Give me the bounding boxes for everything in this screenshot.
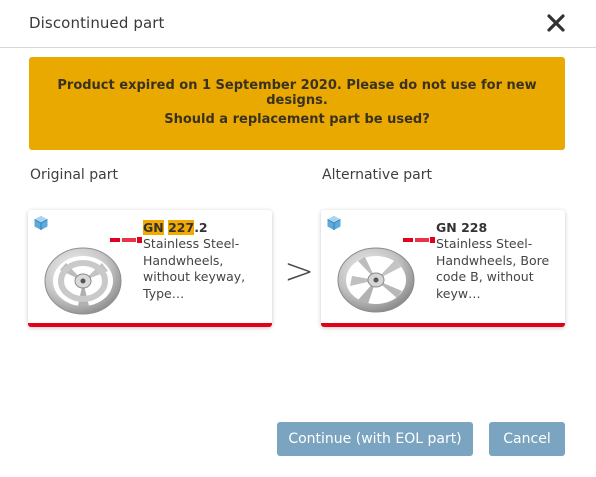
original-part-label: Original part bbox=[30, 167, 118, 183]
expiry-warning-banner: Product expired on 1 September 2020. Ple… bbox=[29, 57, 565, 150]
cube-icon bbox=[326, 215, 342, 231]
alternative-part-description: Stainless Steel-Handwheels, Bore code B,… bbox=[436, 236, 550, 301]
alternative-part-info: GN 228 Stainless Steel-Handwheels, Bore … bbox=[436, 220, 560, 302]
dialog-title: Discontinued part bbox=[29, 14, 165, 32]
dialog-header: Discontinued part bbox=[0, 0, 596, 48]
original-part-info: GN 227.2 Stainless Steel-Handwheels, wit… bbox=[143, 220, 267, 302]
handwheel-image bbox=[42, 236, 124, 318]
ganter-logo bbox=[110, 228, 142, 243]
discontinued-part-dialog: Discontinued part Product expired on 1 S… bbox=[0, 0, 596, 477]
alternative-part-title: GN 228 bbox=[436, 220, 488, 235]
handwheel-image bbox=[335, 236, 417, 318]
original-part-description: Stainless Steel-Handwheels, without keyw… bbox=[143, 236, 246, 301]
continue-with-eol-part-button[interactable]: Continue (with EOL part) bbox=[277, 422, 473, 456]
cancel-button[interactable]: Cancel bbox=[489, 422, 565, 456]
alternative-part-card[interactable]: GN 228 Stainless Steel-Handwheels, Bore … bbox=[321, 210, 565, 327]
expiry-message: Product expired on 1 September 2020. Ple… bbox=[57, 78, 537, 108]
replacement-arrow: > bbox=[284, 251, 315, 292]
highlight-prefix: GN bbox=[143, 220, 164, 235]
replacement-question: Should a replacement part be used? bbox=[164, 112, 430, 127]
close-icon[interactable] bbox=[545, 12, 567, 34]
title-suffix: .2 bbox=[194, 220, 208, 235]
cube-icon bbox=[33, 215, 49, 231]
alternative-part-label: Alternative part bbox=[322, 167, 432, 183]
highlight-number: 227 bbox=[168, 220, 195, 235]
original-part-card[interactable]: GN 227.2 Stainless Steel-Handwheels, wit… bbox=[28, 210, 272, 327]
ganter-logo bbox=[403, 228, 435, 243]
original-part-title: GN 227.2 bbox=[143, 220, 267, 236]
